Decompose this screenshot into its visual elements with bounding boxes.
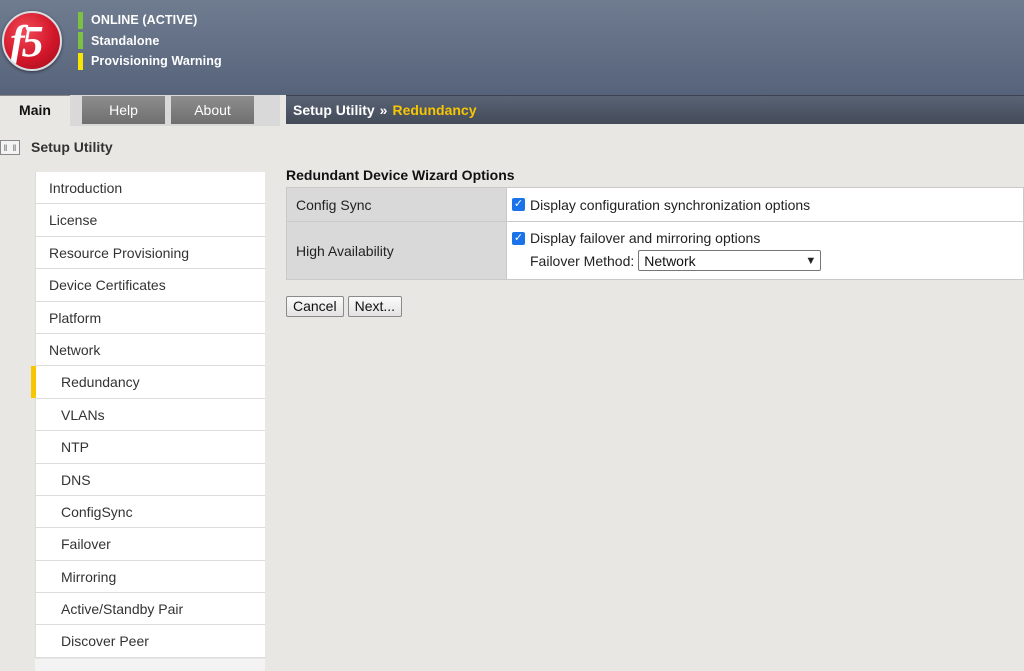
sidebar-item-resource-provisioning[interactable]: Resource Provisioning: [36, 237, 265, 270]
config-sync-checkbox-label[interactable]: Display configuration synchronization op…: [530, 197, 810, 213]
failover-method-select[interactable]: Network ▼: [638, 250, 822, 271]
config-sync-checkbox[interactable]: ✓: [512, 198, 525, 211]
breadcrumb: Setup Utility» Redundancy: [286, 95, 1024, 124]
sidebar-item-device-certificates[interactable]: Device Certificates: [36, 269, 265, 302]
tab-help[interactable]: Help: [82, 96, 165, 124]
setup-utility-icon[interactable]: ‖ ‖: [0, 140, 20, 155]
sidebar-item-failover[interactable]: Failover: [36, 528, 265, 561]
next-button[interactable]: Next...: [347, 296, 403, 317]
status-indicator-icon: [78, 32, 83, 50]
tab-strip: Main Help About: [0, 95, 280, 126]
failover-method-row: Failover Method: Network ▼: [512, 250, 1023, 271]
high-availability-checkbox[interactable]: ✓: [512, 231, 525, 245]
sidebar-item-license[interactable]: License: [36, 204, 265, 237]
high-availability-label: High Availability: [286, 221, 507, 280]
high-availability-checkbox-label[interactable]: Display failover and mirroring options: [530, 230, 760, 246]
sidebar-menu: Introduction License Resource Provisioni…: [31, 172, 265, 658]
warning-indicator-icon: [78, 52, 83, 70]
action-buttons: Cancel Next...: [286, 296, 406, 317]
sidebar-item-configsync[interactable]: ConfigSync: [36, 496, 265, 529]
sidebar-item-dns[interactable]: DNS: [36, 464, 265, 496]
sidebar-item-active-standby-pair[interactable]: Active/Standby Pair: [36, 593, 265, 626]
status-standalone: Standalone: [78, 31, 222, 52]
sidebar-item-network[interactable]: Network: [36, 334, 265, 367]
f5-logo: f5: [2, 11, 62, 71]
table-row: High Availability ✓ Display failover and…: [286, 221, 1024, 280]
sidebar-footer: [35, 659, 265, 671]
chevron-down-icon: ▼: [805, 254, 817, 267]
top-banner: f5 ONLINE (ACTIVE) Standalone Provisioni…: [0, 0, 1024, 95]
sidebar-header: ‖ ‖ Setup Utility: [0, 126, 265, 170]
failover-method-value: Network: [644, 252, 696, 269]
config-sync-label: Config Sync: [286, 187, 507, 222]
breadcrumb-separator: »: [379, 102, 388, 118]
breadcrumb-root[interactable]: Setup Utility: [293, 102, 375, 118]
high-availability-option: ✓ Display failover and mirroring options: [512, 230, 1023, 246]
wizard-options-table: Config Sync ✓ Display configuration sync…: [286, 187, 1024, 280]
sidebar-item-discover-peer[interactable]: Discover Peer: [36, 625, 265, 658]
status-provisioning-warning[interactable]: Provisioning Warning: [78, 51, 222, 72]
breadcrumb-current: Redundancy: [392, 102, 477, 118]
table-row: Config Sync ✓ Display configuration sync…: [286, 187, 1024, 222]
sidebar-item-introduction[interactable]: Introduction: [36, 172, 265, 205]
sidebar-title: Setup Utility: [31, 139, 113, 155]
sidebar-item-ntp[interactable]: NTP: [36, 431, 265, 464]
failover-method-label: Failover Method:: [530, 252, 635, 269]
sidebar-item-vlans[interactable]: VLANs: [36, 399, 265, 432]
cancel-button[interactable]: Cancel: [286, 296, 344, 317]
sidebar-item-redundancy[interactable]: Redundancy: [31, 366, 265, 399]
tab-main[interactable]: Main: [0, 95, 70, 126]
sidebar-item-platform[interactable]: Platform: [36, 302, 265, 334]
system-status: ONLINE (ACTIVE) Standalone Provisioning …: [78, 10, 222, 72]
config-sync-option: ✓ Display configuration synchronization …: [512, 197, 1023, 213]
sidebar-item-mirroring[interactable]: Mirroring: [36, 561, 265, 594]
status-indicator-icon: [78, 11, 83, 29]
section-title: Redundant Device Wizard Options: [286, 167, 515, 183]
tab-about[interactable]: About: [171, 96, 254, 124]
status-online: ONLINE (ACTIVE): [78, 10, 222, 31]
